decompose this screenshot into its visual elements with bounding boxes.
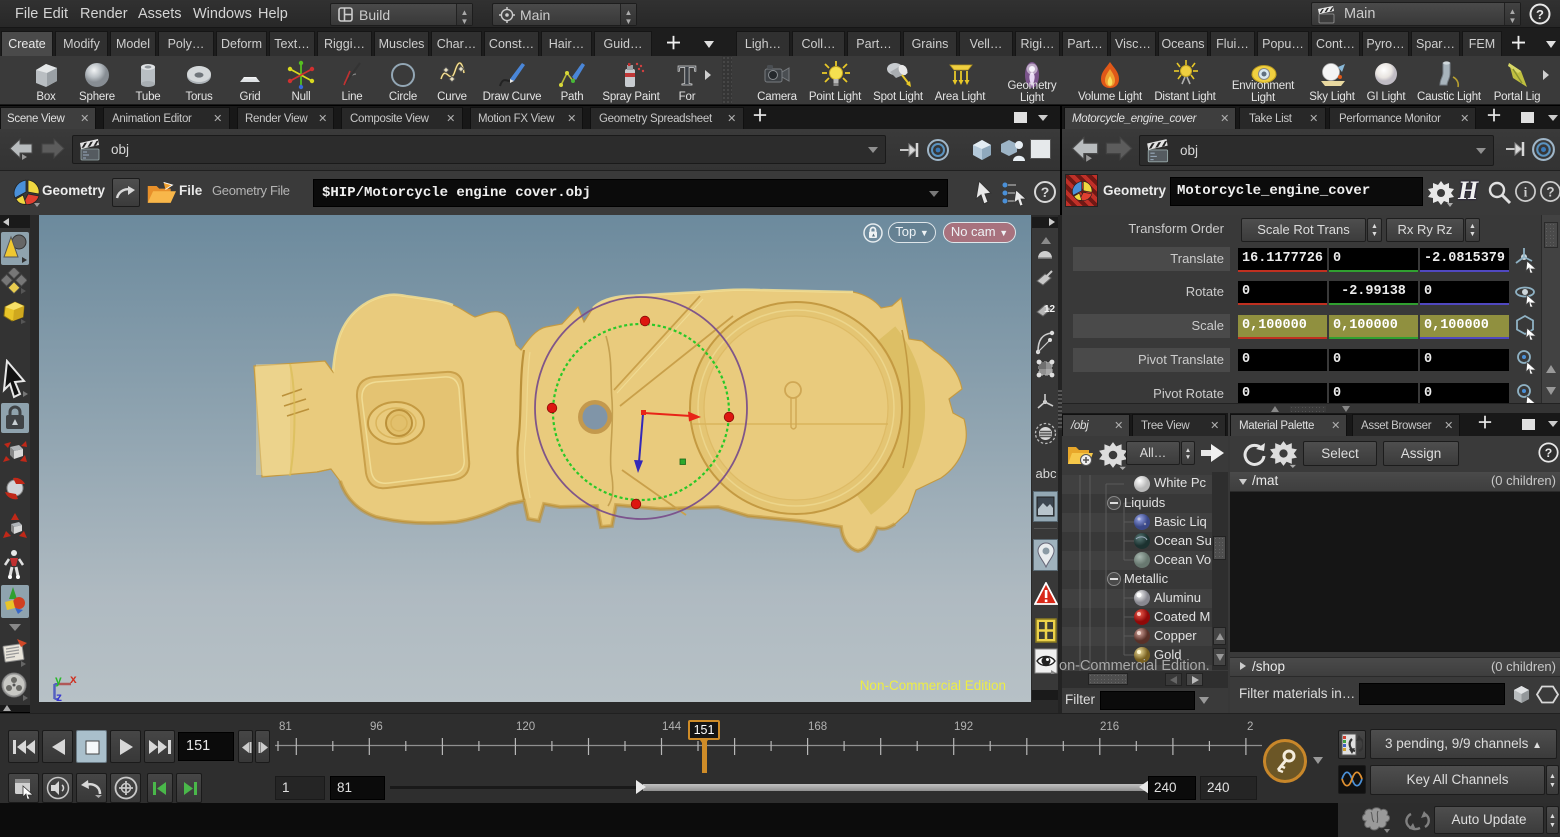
svg-text:216: 216 bbox=[1100, 721, 1119, 733]
svg-text:120: 120 bbox=[516, 721, 535, 733]
svg-text:2: 2 bbox=[1247, 721, 1253, 733]
svg-text:x: x bbox=[70, 672, 77, 686]
svg-text:y: y bbox=[55, 673, 62, 687]
svg-text:?: ? bbox=[1546, 184, 1554, 199]
svg-text:i: i bbox=[1524, 184, 1528, 199]
svg-text:Non-Commercial Edition: Non-Commercial Edition bbox=[860, 678, 1006, 693]
svg-text:81: 81 bbox=[279, 721, 292, 733]
svg-text:12: 12 bbox=[1044, 304, 1056, 315]
svg-text:192: 192 bbox=[954, 721, 973, 733]
svg-text:?: ? bbox=[1041, 184, 1050, 200]
svg-text:168: 168 bbox=[808, 721, 827, 733]
svg-text:?: ? bbox=[1545, 446, 1552, 460]
svg-text:z: z bbox=[56, 690, 62, 702]
svg-text:T: T bbox=[678, 61, 697, 91]
svg-text:96: 96 bbox=[370, 721, 383, 733]
svg-text:?: ? bbox=[1536, 7, 1544, 22]
svg-text:144: 144 bbox=[662, 721, 682, 733]
